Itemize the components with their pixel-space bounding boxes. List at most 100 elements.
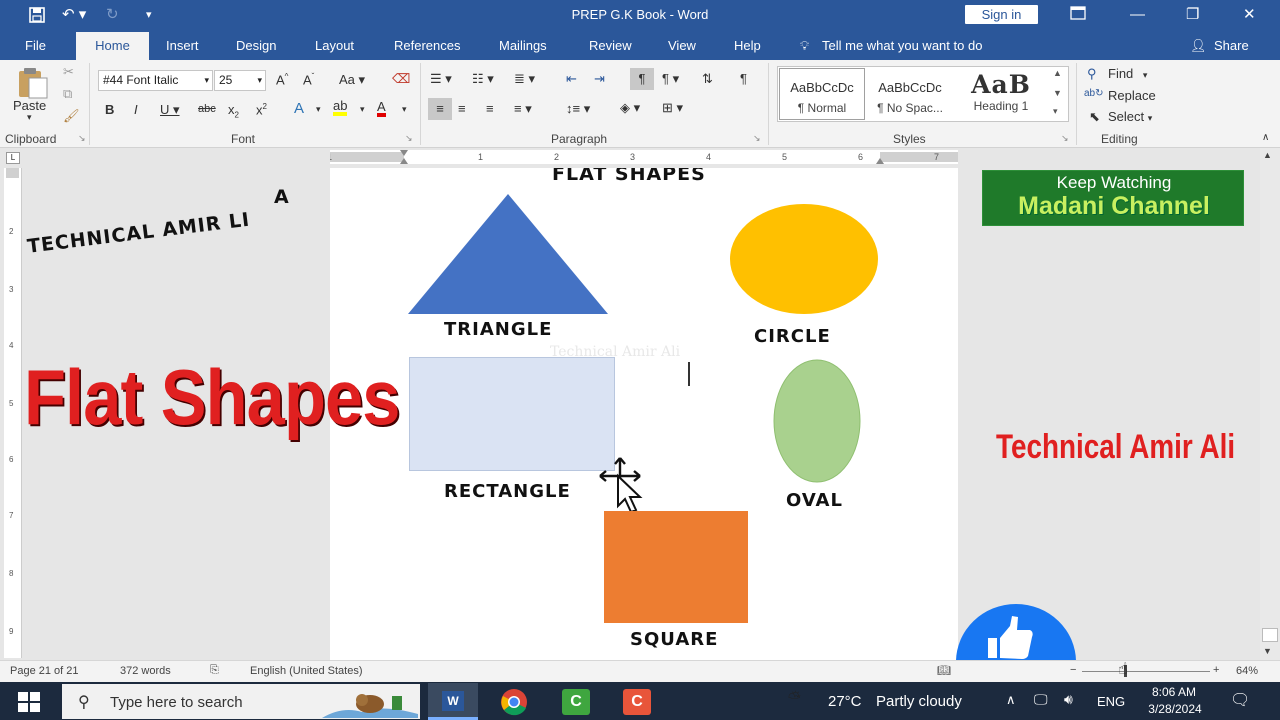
font-color-icon[interactable]: A xyxy=(377,100,386,117)
scroll-thumb[interactable] xyxy=(1262,628,1278,642)
paste-icon[interactable] xyxy=(15,66,51,100)
taskbar-search-box[interactable]: ⚲ Type here to search xyxy=(62,684,420,719)
grow-font-icon[interactable]: A^ xyxy=(276,72,288,87)
find-icon[interactable]: ⚲ xyxy=(1087,66,1097,82)
paste-button[interactable]: Paste xyxy=(13,98,46,113)
tab-view[interactable]: View xyxy=(668,38,696,53)
underline-icon[interactable]: U ▾ xyxy=(160,102,180,118)
decrease-indent-icon[interactable]: ⇤ xyxy=(566,71,577,87)
styles-more-icon[interactable]: ▾ xyxy=(1053,106,1058,117)
lightbulb-icon[interactable]: 💡︎ xyxy=(800,38,809,54)
zoom-in-icon[interactable]: + xyxy=(1213,664,1219,676)
tab-design[interactable]: Design xyxy=(236,38,276,53)
styles-scroll-down-icon[interactable]: ▼ xyxy=(1053,88,1062,98)
align-right-icon[interactable]: ≡ xyxy=(486,101,494,116)
font-size-combo[interactable]: 25 ▾ xyxy=(214,70,266,91)
chevron-down-icon[interactable]: ▾ xyxy=(402,104,407,115)
minimize-icon[interactable]: — xyxy=(1130,6,1145,24)
change-case-icon[interactable]: Aa ▾ xyxy=(339,72,365,88)
square-shape[interactable] xyxy=(604,511,748,623)
style-normal[interactable]: AaBbCcDc ¶ Normal xyxy=(779,68,865,120)
sign-in-button[interactable]: Sign in xyxy=(965,5,1038,24)
replace-icon[interactable]: ab↻ xyxy=(1084,88,1104,99)
document-page[interactable]: FLAT SHAPES TRIANGLE CIRCLE Technical Am… xyxy=(330,168,958,660)
tab-layout[interactable]: Layout xyxy=(315,38,354,53)
shading-icon[interactable]: ◈ ▾ xyxy=(620,100,640,116)
select-button[interactable]: Select ▾ xyxy=(1108,109,1152,124)
clock-date[interactable]: 3/28/2024 xyxy=(1135,702,1215,716)
paragraph-launcher-icon[interactable]: ↘ xyxy=(753,133,761,144)
circle-shape[interactable] xyxy=(728,202,880,316)
sort-icon[interactable]: ⇅ xyxy=(702,71,713,87)
word-count[interactable]: 372 words xyxy=(120,665,171,677)
tab-references[interactable]: References xyxy=(394,38,460,53)
volume-icon[interactable]: 🔊︎ xyxy=(1064,691,1073,708)
strikethrough-icon[interactable]: abc xyxy=(198,103,216,115)
tell-me-search[interactable]: Tell me what you want to do xyxy=(822,38,982,53)
taskbar-word-app[interactable]: W xyxy=(428,683,478,720)
chevron-down-icon[interactable]: ▾ xyxy=(360,104,365,115)
read-mode-icon[interactable]: 📖︎ xyxy=(937,664,951,677)
horizontal-ruler[interactable]: 1 1 2 3 4 5 6 7 xyxy=(327,150,958,164)
show-hidden-icons[interactable]: ∧ xyxy=(1006,692,1016,708)
styles-scroll-up-icon[interactable]: ▲ xyxy=(1053,68,1062,78)
rectangle-shape[interactable] xyxy=(409,357,615,471)
oval-shape[interactable] xyxy=(772,358,862,484)
language-status[interactable]: English (United States) xyxy=(250,665,363,677)
windows-start-icon[interactable] xyxy=(18,692,40,712)
multilevel-list-icon[interactable]: ≣ ▾ xyxy=(514,71,535,87)
style-heading-1[interactable]: AaB Heading 1 xyxy=(955,68,1047,120)
tab-review[interactable]: Review xyxy=(589,38,632,53)
tab-home[interactable]: Home xyxy=(76,32,149,61)
show-formatting-marks-icon[interactable]: ¶ xyxy=(740,71,747,86)
vertical-ruler[interactable]: 2 3 4 5 6 7 8 9 xyxy=(4,168,22,658)
weather-icon[interactable]: ⛅︎ xyxy=(788,690,801,708)
rtl-text-direction-icon[interactable]: ¶ ▾ xyxy=(662,71,679,87)
vertical-scrollbar[interactable]: ▲ ▼ xyxy=(1260,148,1280,660)
chevron-down-icon[interactable]: ▾ xyxy=(316,104,321,115)
bold-icon[interactable]: B xyxy=(105,102,114,117)
triangle-shape[interactable] xyxy=(406,192,610,316)
format-painter-icon[interactable]: 🖌︎ xyxy=(63,108,80,124)
copy-icon[interactable]: ⧉ xyxy=(63,86,72,102)
text-effects-icon[interactable]: A xyxy=(294,100,304,117)
clock-time[interactable]: 8:06 AM xyxy=(1141,685,1207,699)
zoom-out-icon[interactable]: − xyxy=(1070,664,1076,676)
tab-selector[interactable]: L xyxy=(6,152,20,164)
ribbon-display-options-icon[interactable] xyxy=(1070,6,1086,25)
font-name-combo[interactable]: #44 Font Italic ▾ xyxy=(98,70,213,91)
styles-launcher-icon[interactable]: ↘ xyxy=(1061,133,1069,144)
camtasia-red-app-icon[interactable]: C xyxy=(623,689,651,715)
ltr-text-direction-icon[interactable]: ¶ xyxy=(630,68,654,90)
increase-indent-icon[interactable]: ⇥ xyxy=(594,71,605,87)
weather-description[interactable]: Partly cloudy xyxy=(876,693,962,710)
paste-dropdown-icon[interactable]: ▾ xyxy=(27,112,32,123)
network-icon[interactable]: 🖵︎ xyxy=(1034,691,1048,708)
select-cursor-icon[interactable]: ⬉ xyxy=(1089,109,1100,125)
align-left-icon[interactable]: ≡ xyxy=(428,98,452,120)
italic-icon[interactable]: I xyxy=(134,102,138,117)
cut-icon[interactable]: ✂ xyxy=(63,64,74,80)
zoom-level[interactable]: 64% xyxy=(1236,665,1258,677)
clear-formatting-icon[interactable]: ⌫ xyxy=(392,71,410,87)
font-launcher-icon[interactable]: ↘ xyxy=(405,133,413,144)
tab-file[interactable]: File xyxy=(25,38,46,53)
replace-button[interactable]: Replace xyxy=(1108,88,1156,103)
weather-temperature[interactable]: 27°C xyxy=(828,693,862,710)
notification-center-icon[interactable]: 🗨︎ xyxy=(1230,690,1250,710)
superscript-icon[interactable]: x2 xyxy=(256,102,267,117)
page-count[interactable]: Page 21 of 21 xyxy=(10,665,79,677)
close-icon[interactable]: ✕ xyxy=(1243,6,1256,24)
bullets-icon[interactable]: ☰ ▾ xyxy=(430,71,452,87)
zoom-slider[interactable] xyxy=(1082,671,1210,672)
style-no-spacing[interactable]: AaBbCcDc ¶ No Spac... xyxy=(867,68,953,120)
align-center-icon[interactable]: ≡ xyxy=(458,101,466,116)
scroll-down-icon[interactable]: ▼ xyxy=(1263,646,1272,656)
borders-icon[interactable]: ⊞ ▾ xyxy=(662,100,683,116)
restore-icon[interactable]: ❐ xyxy=(1186,6,1199,24)
shrink-font-icon[interactable]: Aˇ xyxy=(303,72,314,87)
collapse-ribbon-icon[interactable]: ∧ xyxy=(1262,132,1269,143)
justify-icon[interactable]: ≡ ▾ xyxy=(514,101,532,117)
proofing-icon[interactable]: ⎘ xyxy=(210,664,219,677)
tab-mailings[interactable]: Mailings xyxy=(499,38,547,53)
